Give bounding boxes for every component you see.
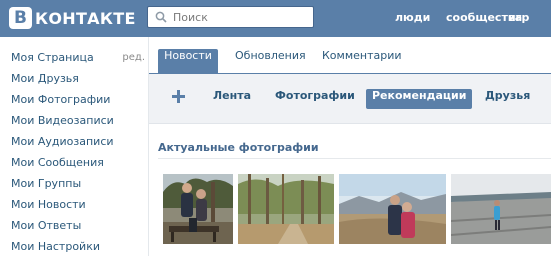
menu-item-label: Мои Видеозаписи bbox=[11, 114, 114, 127]
logo-text: КОНТАКТЕ bbox=[35, 8, 136, 28]
tab-updates[interactable]: Обновления bbox=[226, 49, 315, 73]
photo-forest-icon bbox=[238, 174, 334, 244]
left-menu: Моя Страница ред. Мои Друзья Мои Фотогра… bbox=[11, 47, 145, 257]
menu-item-messages[interactable]: Мои Сообщения bbox=[11, 152, 141, 173]
menu-item-groups[interactable]: Мои Группы bbox=[11, 173, 141, 194]
vk-logo[interactable]: В КОНТАКТЕ bbox=[9, 6, 136, 30]
photo-woman-pier-icon bbox=[451, 174, 551, 244]
menu-item-friends[interactable]: Мои Друзья bbox=[11, 68, 141, 89]
menu-item-audio[interactable]: Мои Аудиозаписи bbox=[11, 131, 141, 152]
menu-item-settings[interactable]: Мои Настройки bbox=[11, 236, 141, 257]
content-divider bbox=[148, 37, 149, 256]
feed-tabs: Новости Обновления Комментарии bbox=[148, 49, 551, 74]
search-input[interactable] bbox=[170, 8, 308, 26]
feed-filter-bar: Лента Фотографии Рекомендации Друзья bbox=[148, 74, 551, 124]
section-title: Актуальные фотографии bbox=[158, 141, 319, 154]
menu-item-label: Мои Группы bbox=[11, 177, 82, 190]
top-header: В КОНТАКТЕ люди сообщества игр bbox=[0, 0, 551, 37]
photo-people-bench-icon bbox=[163, 174, 233, 244]
menu-item-label: Мои Ответы bbox=[11, 219, 82, 232]
photo-thumbnail-1[interactable] bbox=[163, 174, 233, 244]
menu-item-answers[interactable]: Мои Ответы bbox=[11, 215, 141, 236]
section-divider bbox=[158, 158, 551, 159]
edit-link[interactable]: ред. bbox=[122, 52, 145, 63]
filter-recommendations[interactable]: Рекомендации bbox=[366, 89, 473, 109]
menu-item-news[interactable]: Мои Новости bbox=[11, 194, 141, 215]
photo-thumbnail-3[interactable] bbox=[339, 174, 446, 244]
logo-mark: В bbox=[9, 7, 32, 29]
search-icon bbox=[152, 8, 170, 26]
menu-item-label: Моя Страница bbox=[11, 51, 94, 64]
menu-item-label: Мои Новости bbox=[11, 198, 86, 211]
photo-couple-mountains-icon bbox=[339, 174, 446, 244]
menu-item-photos[interactable]: Мои Фотографии bbox=[11, 89, 141, 110]
add-list-icon[interactable] bbox=[172, 90, 186, 104]
tab-news[interactable]: Новости bbox=[158, 49, 218, 73]
photo-thumbnail-2[interactable] bbox=[238, 174, 334, 244]
menu-item-label: Мои Фотографии bbox=[11, 93, 111, 106]
nav-people-link[interactable]: люди bbox=[395, 11, 430, 24]
menu-item-label: Мои Аудиозаписи bbox=[11, 135, 114, 148]
menu-item-my-page[interactable]: Моя Страница ред. bbox=[11, 47, 145, 68]
menu-item-label: Мои Друзья bbox=[11, 72, 79, 85]
menu-item-label: Мои Настройки bbox=[11, 240, 100, 253]
menu-item-label: Мои Сообщения bbox=[11, 156, 104, 169]
filter-friends[interactable]: Друзья bbox=[479, 89, 536, 109]
menu-item-videos[interactable]: Мои Видеозаписи bbox=[11, 110, 141, 131]
filter-feed[interactable]: Лента bbox=[207, 89, 257, 109]
photo-thumbnail-4[interactable] bbox=[451, 174, 551, 244]
news-feed-panel: Новости Обновления Комментарии Лента Фот… bbox=[148, 37, 551, 256]
search-box bbox=[147, 6, 314, 28]
filter-photos[interactable]: Фотографии bbox=[269, 89, 361, 109]
tab-comments[interactable]: Комментарии bbox=[313, 49, 411, 73]
nav-games-link[interactable]: игр bbox=[508, 11, 529, 24]
